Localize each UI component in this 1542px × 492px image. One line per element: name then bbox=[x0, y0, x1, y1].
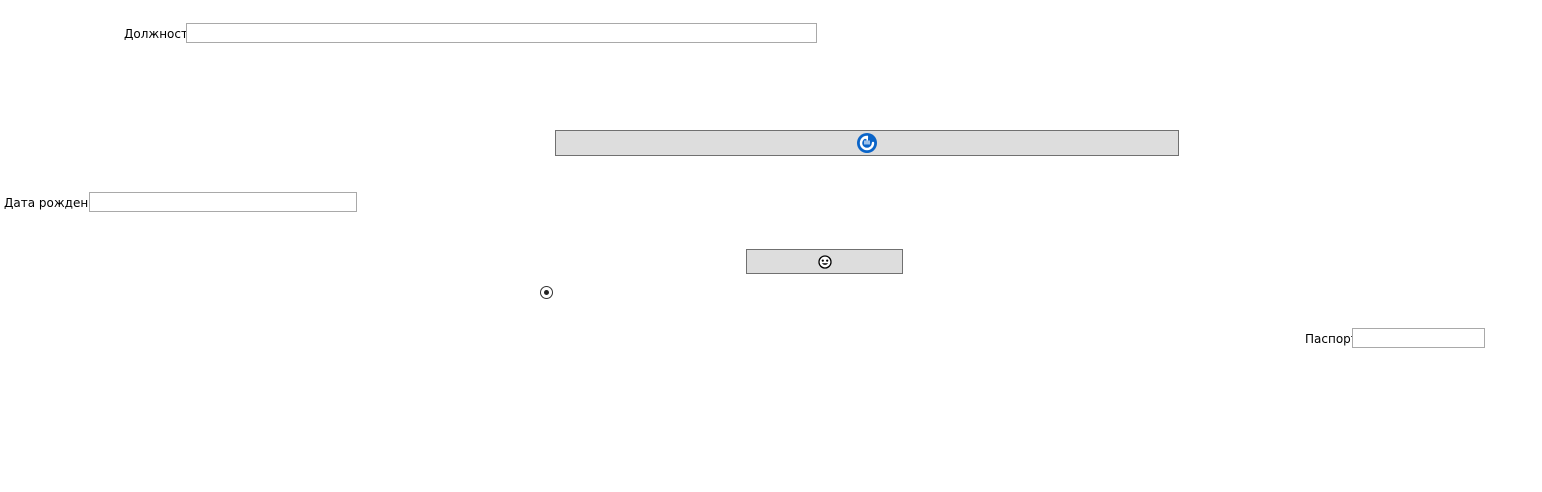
birthdate-field[interactable] bbox=[89, 192, 357, 212]
position-field[interactable] bbox=[186, 23, 817, 43]
passport-field[interactable] bbox=[1352, 328, 1485, 348]
face-button[interactable] bbox=[746, 249, 903, 274]
position-label: Должность bbox=[124, 27, 196, 41]
radio-button[interactable] bbox=[540, 286, 553, 299]
radio-checked-dot bbox=[544, 290, 549, 295]
passport-label: Паспорт bbox=[1305, 332, 1358, 346]
refresh-button[interactable] bbox=[555, 130, 1179, 156]
face-icon bbox=[817, 254, 832, 269]
refresh-icon bbox=[856, 132, 878, 154]
